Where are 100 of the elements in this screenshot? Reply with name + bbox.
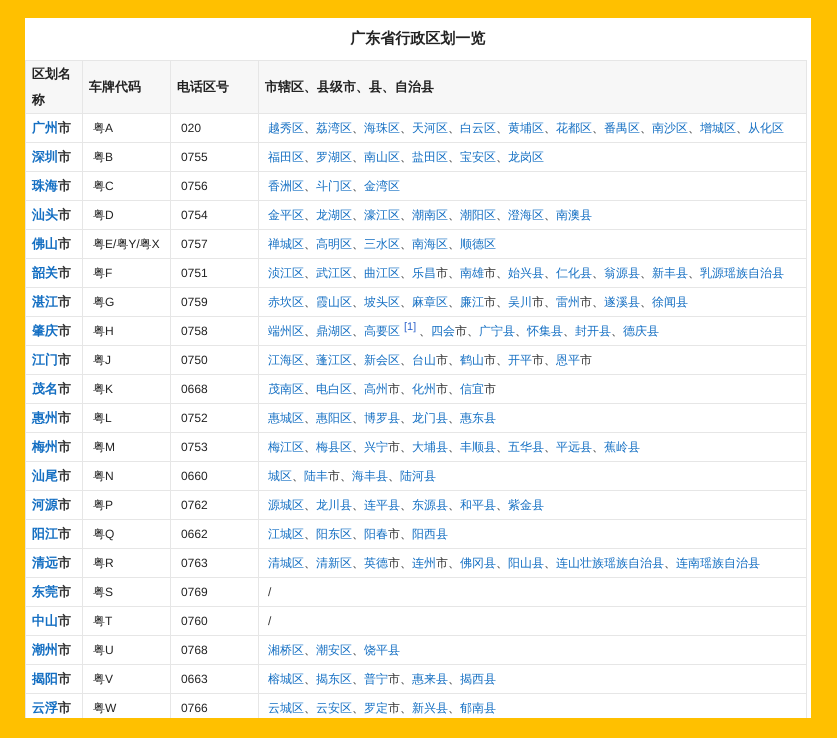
district-link[interactable]: 城区 — [268, 469, 292, 483]
district-link[interactable]: 连山壮族瑶族自治县 — [556, 556, 664, 570]
district-link[interactable]: 福田区 — [268, 150, 304, 164]
city-link[interactable]: 肇庆 — [32, 323, 58, 338]
district-link[interactable]: 英德 — [364, 556, 388, 570]
district-link[interactable]: 曲江区 — [364, 266, 400, 280]
district-link[interactable]: 仁化县 — [556, 266, 592, 280]
district-link[interactable]: 陆丰 — [304, 469, 328, 483]
district-link[interactable]: 陆河县 — [400, 469, 436, 483]
district-link[interactable]: 清城区 — [268, 556, 304, 570]
district-link[interactable]: 南沙区 — [652, 121, 688, 135]
district-link[interactable]: 博罗县 — [364, 411, 400, 425]
district-link[interactable]: 揭西县 — [460, 672, 496, 686]
district-link[interactable]: 潮阳区 — [460, 208, 496, 222]
city-link[interactable]: 深圳 — [32, 149, 58, 164]
district-link[interactable]: 浈江区 — [268, 266, 304, 280]
district-link[interactable]: 禅城区 — [268, 237, 304, 251]
district-link[interactable]: 花都区 — [556, 121, 592, 135]
district-link[interactable]: 茂南区 — [268, 382, 304, 396]
district-link[interactable]: 高明区 — [316, 237, 352, 251]
district-link[interactable]: 佛冈县 — [460, 556, 496, 570]
district-link[interactable]: 高要区 — [364, 324, 400, 338]
district-link[interactable]: 惠东县 — [460, 411, 496, 425]
city-link[interactable]: 中山 — [32, 613, 58, 628]
district-link[interactable]: 饶平县 — [364, 643, 400, 657]
district-link[interactable]: 蕉岭县 — [604, 440, 640, 454]
district-link[interactable]: 梅江区 — [268, 440, 304, 454]
district-link[interactable]: 惠来县 — [412, 672, 448, 686]
district-link[interactable]: 乐昌 — [412, 266, 436, 280]
district-link[interactable]: 电白区 — [316, 382, 352, 396]
district-link[interactable]: 潮南区 — [412, 208, 448, 222]
district-link[interactable]: 雷州 — [556, 295, 580, 309]
district-link[interactable]: 宝安区 — [460, 150, 496, 164]
district-link[interactable]: 南山区 — [364, 150, 400, 164]
district-link[interactable]: 平远县 — [556, 440, 592, 454]
city-link[interactable]: 惠州 — [32, 410, 58, 426]
district-link[interactable]: 榕城区 — [268, 672, 304, 686]
district-link[interactable]: 增城区 — [700, 121, 736, 135]
district-link[interactable]: 阳春 — [364, 527, 388, 541]
district-link[interactable]: 普宁 — [364, 672, 388, 686]
city-link[interactable]: 汕头 — [32, 207, 58, 222]
district-link[interactable]: 番禺区 — [604, 121, 640, 135]
district-link[interactable]: 阳山县 — [508, 556, 544, 570]
district-link[interactable]: 龙川县 — [316, 498, 352, 512]
city-link[interactable]: 梅州 — [32, 439, 58, 454]
district-link[interactable]: 海丰县 — [352, 469, 388, 483]
district-link[interactable]: 惠阳区 — [316, 411, 352, 425]
district-link[interactable]: 蓬江区 — [316, 353, 352, 367]
district-link[interactable]: 越秀区 — [268, 121, 304, 135]
city-link[interactable]: 汕尾 — [32, 468, 58, 484]
district-link[interactable]: 廉江 — [460, 295, 484, 309]
district-link[interactable]: 新丰县 — [652, 266, 688, 280]
city-link[interactable]: 东莞 — [32, 584, 58, 600]
district-link[interactable]: 五华县 — [508, 440, 544, 454]
city-link[interactable]: 潮州 — [32, 642, 58, 658]
city-link[interactable]: 揭阳 — [32, 671, 58, 686]
city-link[interactable]: 江门 — [32, 352, 58, 368]
district-link[interactable]: 高州 — [364, 382, 388, 396]
district-link[interactable]: 源城区 — [268, 498, 304, 512]
district-link[interactable]: 台山 — [412, 353, 436, 367]
district-link[interactable]: 新会区 — [364, 353, 400, 367]
district-link[interactable]: 紫金县 — [508, 498, 544, 512]
district-link[interactable]: 赤坎区 — [268, 295, 304, 309]
district-link[interactable]: 南海区 — [412, 237, 448, 251]
district-link[interactable]: 四会 — [431, 324, 456, 338]
district-link[interactable]: 揭东区 — [316, 672, 352, 686]
district-link[interactable]: 始兴县 — [508, 266, 544, 280]
district-link[interactable]: 南澳县 — [556, 208, 592, 222]
district-link[interactable]: 坡头区 — [364, 295, 400, 309]
district-link[interactable]: 鼎湖区 — [316, 324, 352, 338]
city-link[interactable]: 韶关 — [32, 265, 58, 280]
city-link[interactable]: 茂名 — [32, 381, 58, 396]
district-link[interactable]: 德庆县 — [623, 324, 660, 338]
district-link[interactable]: 罗定 — [364, 701, 388, 715]
district-link[interactable]: 化州 — [412, 382, 436, 396]
district-link[interactable]: 兴宁 — [364, 440, 388, 454]
city-link[interactable]: 云浮 — [32, 700, 58, 716]
district-link[interactable]: 端州区 — [268, 324, 304, 338]
district-link[interactable]: 斗门区 — [316, 179, 352, 193]
district-link[interactable]: 龙门县 — [412, 411, 448, 425]
district-link[interactable]: 濠江区 — [364, 208, 400, 222]
district-link[interactable]: 云安区 — [316, 701, 352, 715]
district-link[interactable]: 武江区 — [316, 266, 352, 280]
district-link[interactable]: 黄埔区 — [508, 121, 544, 135]
district-link[interactable]: 阳东区 — [316, 527, 352, 541]
district-link[interactable]: 惠城区 — [268, 411, 304, 425]
district-link[interactable]: 梅县区 — [316, 440, 352, 454]
district-link[interactable]: 恩平 — [556, 353, 580, 367]
district-link[interactable]: 徐闻县 — [652, 295, 688, 309]
district-link[interactable]: 遂溪县 — [604, 295, 640, 309]
district-link[interactable]: 大埔县 — [412, 440, 448, 454]
district-link[interactable]: 和平县 — [460, 498, 496, 512]
city-link[interactable]: 广州 — [32, 120, 58, 136]
district-link[interactable]: 龙岗区 — [508, 150, 544, 164]
city-link[interactable]: 清远 — [32, 555, 58, 570]
district-link[interactable]: 东源县 — [412, 498, 448, 512]
district-link[interactable]: 阳西县 — [412, 527, 448, 541]
district-link[interactable]: 连南瑶族自治县 — [676, 556, 760, 570]
district-link[interactable]: 丰顺县 — [460, 440, 496, 454]
district-link[interactable]: 江城区 — [268, 527, 304, 541]
